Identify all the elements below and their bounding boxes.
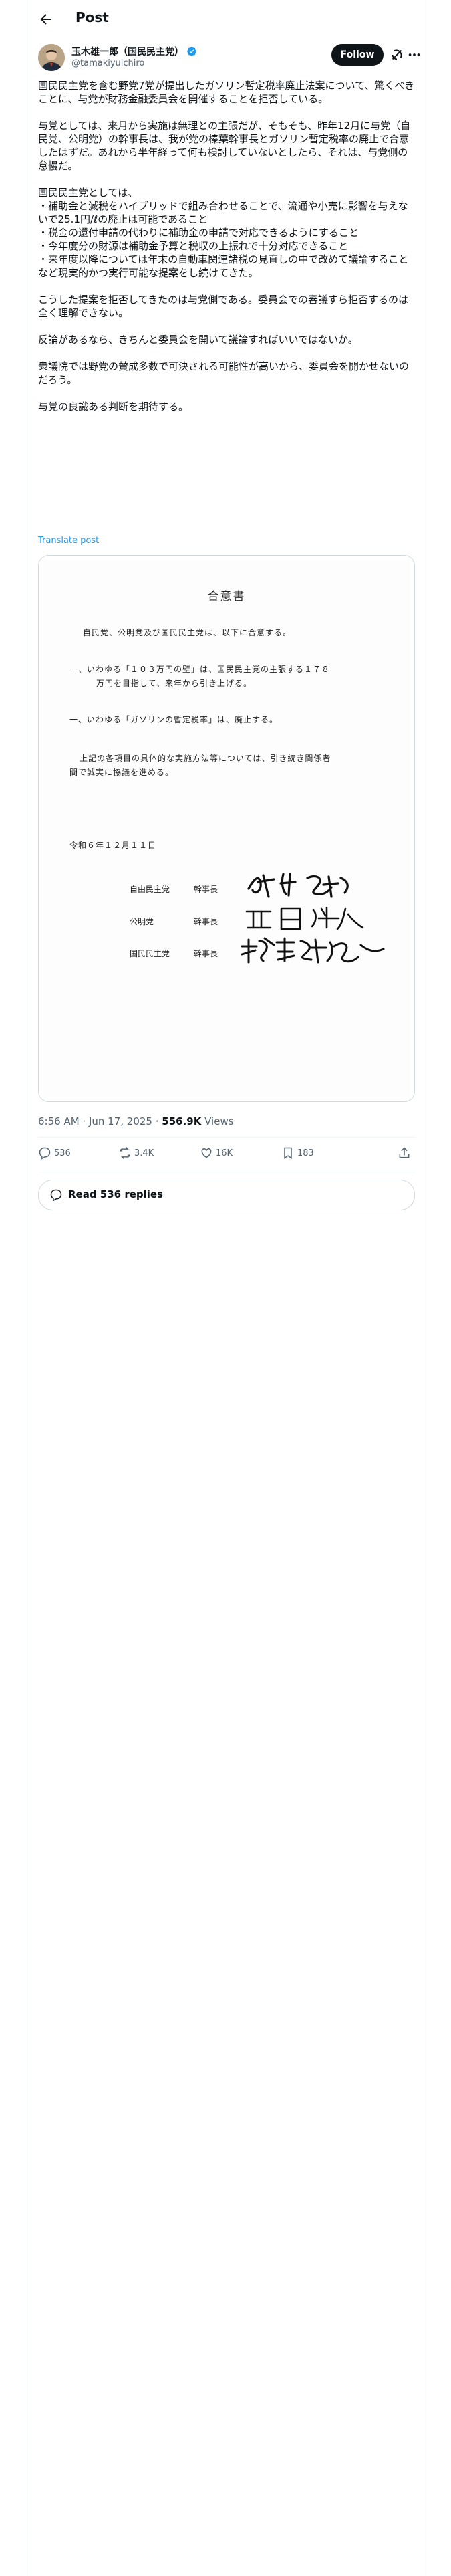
repost-count: 3.4K [134,1148,154,1158]
repost-button[interactable]: 3.4K [118,1146,154,1160]
reply-count: 536 [54,1148,71,1158]
signatory-row: 自由民主党 幹事長 [130,883,234,895]
agreement-document: 合意書 自民党、公明党及び国民民主党は、以下に合意する。 一、いわゆる「１０３万… [43,560,410,1097]
like-count: 16K [216,1148,233,1158]
translate-post-link[interactable]: Translate post [38,536,99,546]
signatory-party: 国民民主党 [130,949,170,958]
read-replies-button[interactable]: Read 536 replies [38,1180,415,1210]
reply-icon [39,1147,51,1160]
handwritten-signature-3 [241,937,385,964]
read-replies-label: Read 536 replies [68,1188,164,1200]
bookmark-icon [284,1147,292,1159]
post-timestamp[interactable]: 6:56 AM · Jun 17, 2025 · [38,1115,162,1128]
arrow-left-icon[interactable] [38,11,54,27]
views-count: 556.9K [162,1115,202,1128]
heart-icon [201,1148,212,1158]
follow-button[interactable]: Follow [331,44,384,66]
handwritten-signature-1 [247,873,349,898]
repost-icon [119,1147,131,1159]
reply-button[interactable]: 536 [38,1146,71,1160]
author-handle[interactable]: @tamakiyuichiro [71,58,144,68]
bookmark-button[interactable]: 183 [281,1146,314,1160]
tweet-paragraph: 与党としては、来月から実施は無理との主張だが、そもそも、昨年12月に与党（自民党… [38,120,411,172]
like-button[interactable]: 16K [200,1146,233,1160]
signatory-row: 国民民主党 幹事長 [130,948,234,959]
document-item-2: 一、いわゆる「ガソリンの暫定税率」は、廃止する。 [69,715,279,724]
tweet-paragraph: 衆議院では野党の賛成多数で可決される可能性が高いから、委員会を開かせないのだろう… [38,360,410,386]
signatory-role: 幹事長 [194,885,218,894]
document-closing-line-2: 間で誠実に協議を進める。 [69,768,174,777]
top-bar: Post [27,0,426,39]
tweet-paragraph: 国民民主党を含む野党7党が提出したガソリン暫定税率廃止法案について、驚くべきこと… [38,80,415,105]
signatory-role: 幹事長 [194,949,218,958]
document-closing-line-1: 上記の各項目の具体的な実施方法等については、引き続き関係者 [80,754,331,763]
verified-badge-icon [187,47,196,56]
tweet-paragraph: こうした提案を拒否してきたのは与党側である。委員会での審議すら拒否するのは全く理… [38,294,408,319]
post-metadata: 6:56 AM · Jun 17, 2025 · 556.9K Views [38,1115,234,1128]
reply-icon [50,1189,62,1202]
action-bar: 536 3.4K 16K 183 [38,1141,415,1168]
tweet-paragraph: 反論があるなら、きちんと委員会を開いて議論すればいいではないか。 [38,334,358,346]
tweet-paragraph: 国民民主党としては、 ・補助金と減税をハイブリッドで組み合わせることで、流通や小… [38,187,409,279]
avatar[interactable] [38,44,65,71]
author-name-text[interactable]: 玉木雄一郎（国民民主党） [71,47,184,58]
signatory-row: 公明党 幹事長 [130,916,234,927]
handwritten-signature-2 [245,906,364,930]
document-item-1-line-1: 一、いわゆる「１０３万円の壁」は、国民民主党の主張する１７８ [69,665,331,674]
main-column: Post 玉木雄一郎（国民民主党） @tamakiyuichiro Follow… [27,0,426,2576]
tweet-paragraph: 与党の良識ある判断を期待する。 [38,401,189,413]
more-options-icon[interactable] [407,47,422,62]
share-button[interactable] [398,1146,414,1160]
document-title: 合意書 [207,590,246,603]
signatory-party: 自由民主党 [130,885,170,894]
views-label: Views [201,1115,234,1128]
bookmark-count: 183 [297,1148,314,1158]
document-item-1-line-2: 万円を目指して、来年から引き上げる。 [96,679,253,688]
attached-image[interactable]: 合意書 自民党、公明党及び国民民主党は、以下に合意する。 一、いわゆる「１０３万… [38,555,415,1102]
tweet-text: 国民民主党を含む野党7党が提出したガソリン暫定税率廃止法案について、驚くべきこと… [38,79,416,413]
author-name[interactable]: 玉木雄一郎（国民民主党） [71,45,197,58]
document-date: 令和６年１２月１１日 [69,841,157,850]
grok-icon[interactable] [390,47,404,62]
signatory-party: 公明党 [130,917,154,926]
page-title: Post [76,9,109,25]
document-intro: 自民党、公明党及び国民民主党は、以下に合意する。 [83,628,292,637]
signatory-role: 幹事長 [194,917,218,926]
share-icon [399,1147,410,1158]
divider [38,1137,415,1138]
